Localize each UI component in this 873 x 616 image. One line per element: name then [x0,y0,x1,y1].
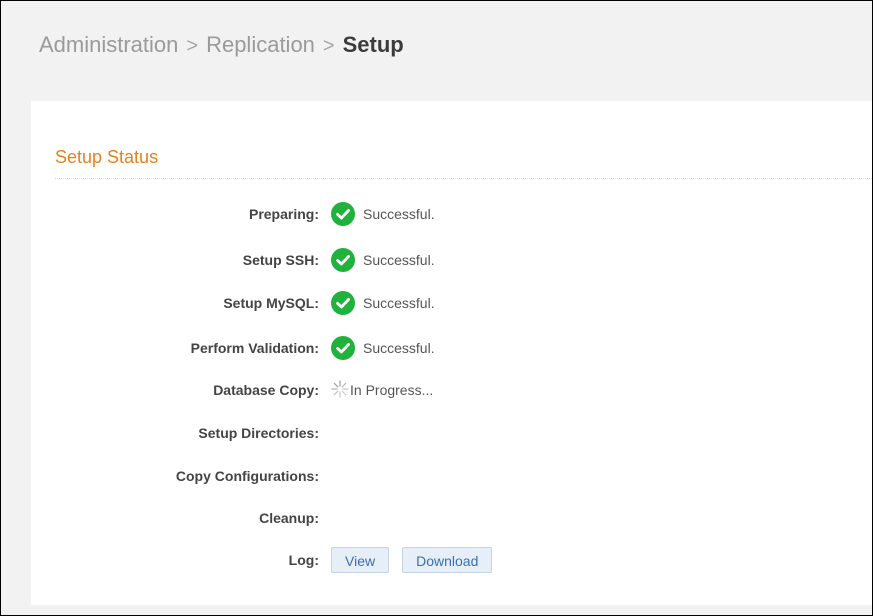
status-row-log: Log: View Download [31,547,872,573]
breadcrumb-item-replication[interactable]: Replication [206,32,315,57]
status-text: Successful. [363,206,435,222]
status-label: Setup SSH: [242,252,319,268]
breadcrumb-current: Setup [342,32,404,57]
breadcrumb-item-administration[interactable]: Administration [39,32,178,57]
spinner-icon [331,380,349,398]
status-label: Cleanup: [259,510,319,526]
status-value: Successful. [331,336,435,360]
status-row-setup-mysql: Setup MySQL: Successful. [31,291,872,315]
download-log-button[interactable]: Download [402,547,493,573]
status-label: Preparing: [248,206,319,222]
status-value: Successful. [331,248,435,272]
status-value: Successful. [331,202,435,226]
status-label: Setup Directories: [198,425,319,441]
breadcrumb-separator: > [322,35,335,57]
breadcrumb-separator: > [186,35,199,57]
status-label: Setup MySQL: [223,295,319,311]
log-label: Log: [288,552,319,568]
setup-status-panel: Setup Status Preparing: Successful. Setu… [31,101,872,605]
status-label: Perform Validation: [190,340,319,356]
status-value: In Progress... [331,378,433,402]
app-frame: Administration > Replication > Setup Setup S… [0,0,873,616]
section-title: Setup Status [55,147,159,167]
status-text: Successful. [363,252,435,268]
check-circle-icon [331,202,355,226]
section-divider [55,178,872,179]
breadcrumb: Administration > Replication > Setup [39,31,404,60]
status-text: Successful. [363,340,435,356]
status-row-copy-configurations: Copy Configurations: [31,464,872,488]
status-row-perform-validation: Perform Validation: Successful. [31,336,872,360]
status-row-setup-directories: Setup Directories: [31,421,872,445]
status-row-setup-ssh: Setup SSH: Successful. [31,248,872,272]
status-label: Database Copy: [213,382,319,398]
status-row-database-copy: Database Copy: In Progress... [31,378,872,402]
status-row-cleanup: Cleanup: [31,506,872,530]
log-actions: View Download [331,547,505,573]
status-value: Successful. [331,291,435,315]
check-circle-icon [331,336,355,360]
check-circle-icon [331,248,355,272]
status-text: In Progress... [350,382,434,398]
status-text: Successful. [363,295,435,311]
view-log-button[interactable]: View [331,547,390,573]
status-row-preparing: Preparing: Successful. [31,202,872,226]
status-label: Copy Configurations: [175,468,319,484]
check-circle-icon [331,291,355,315]
